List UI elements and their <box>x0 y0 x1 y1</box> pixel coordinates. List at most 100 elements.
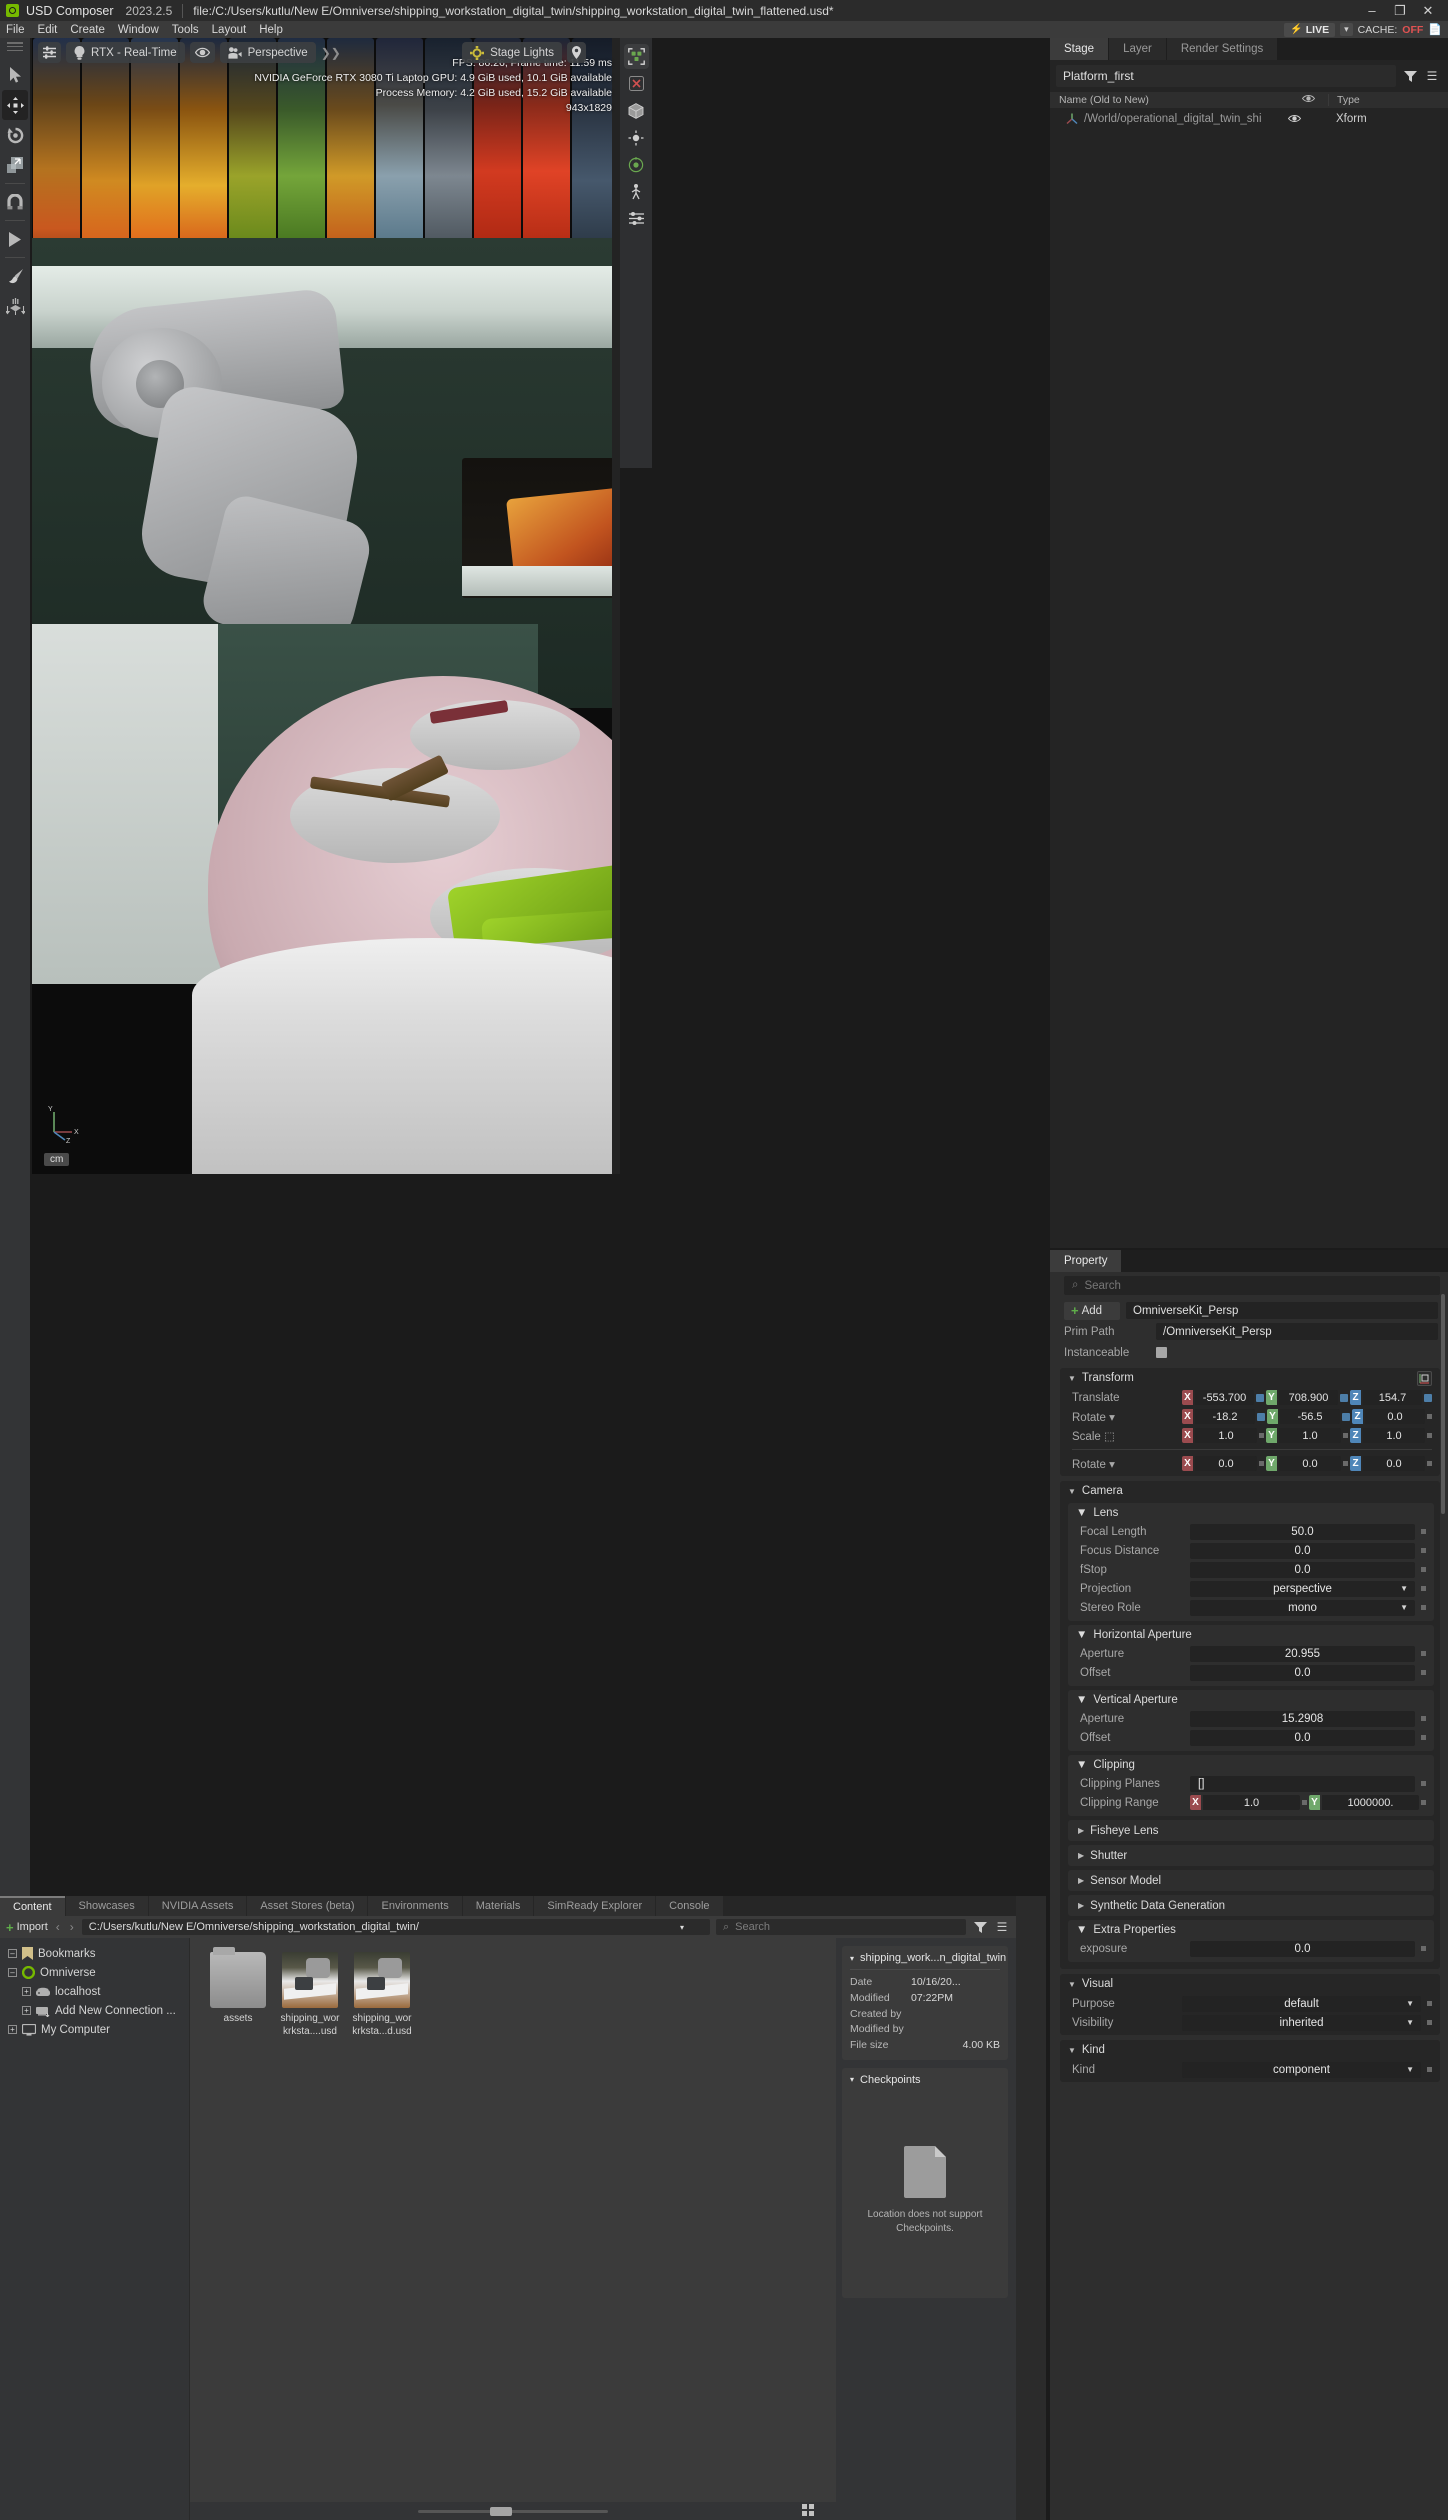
visibility-dot[interactable] <box>1427 2020 1432 2025</box>
v-aperture-dot[interactable] <box>1421 1716 1426 1721</box>
clipping-range-near-field[interactable]: 1.0 <box>1203 1795 1300 1810</box>
stage-lights-selector[interactable]: Stage Lights <box>462 42 562 63</box>
camera-selector[interactable]: Perspective <box>219 42 316 63</box>
fstop-dot[interactable] <box>1421 1567 1426 1572</box>
file-info-header[interactable]: ▾ shipping_work...n_digital_twin <box>850 1952 1006 1970</box>
scale-x-dot[interactable] <box>1259 1433 1264 1438</box>
stereo-role-dropdown[interactable]: mono ▼ <box>1190 1599 1415 1616</box>
focal-length-dot[interactable] <box>1421 1529 1426 1534</box>
list-item[interactable]: shipping_workrksta...d.usd <box>352 1952 412 2038</box>
rotate2-y-dot[interactable] <box>1343 1461 1348 1466</box>
menu-layout[interactable]: Layout <box>212 24 247 36</box>
prim-select-icon[interactable] <box>623 44 649 69</box>
live-dropdown-chevron-icon[interactable]: ▾ <box>1340 23 1353 36</box>
focus-distance-field[interactable]: 0.0 <box>1190 1542 1415 1559</box>
live-toggle[interactable]: ⚡ LIVE <box>1284 22 1336 37</box>
viewport-toolbar-expander-icon[interactable]: ❯❯ <box>321 46 341 60</box>
expander-icon[interactable]: – <box>8 1968 17 1977</box>
tab-layer[interactable]: Layer <box>1109 38 1166 60</box>
visual-header[interactable]: ▼ Visual <box>1060 1974 1440 1994</box>
menu-window[interactable]: Window <box>118 24 159 36</box>
clipping-header[interactable]: ▼ Clipping <box>1068 1755 1434 1774</box>
viewport-axis-gizmo[interactable]: Y X Z <box>46 1104 86 1144</box>
checkpoints-header[interactable]: ▾ Checkpoints <box>850 2074 1000 2091</box>
close-button[interactable]: ✕ <box>1414 0 1442 21</box>
rotate2-x-dot[interactable] <box>1259 1461 1264 1466</box>
kind-dropdown[interactable]: component ▼ <box>1182 2061 1421 2078</box>
translate-z-field[interactable]: 154.7 <box>1363 1390 1422 1405</box>
h-aperture-field[interactable]: 20.955 <box>1190 1645 1415 1662</box>
clipping-far-dot[interactable] <box>1421 1800 1426 1805</box>
viewport-unit-badge[interactable]: cm <box>44 1153 70 1166</box>
tab-render-settings[interactable]: Render Settings <box>1166 38 1278 60</box>
rotate-tool-icon[interactable] <box>2 120 28 150</box>
h-aperture-dot[interactable] <box>1421 1651 1426 1656</box>
rotate2-y-field[interactable]: 0.0 <box>1279 1456 1341 1471</box>
v-offset-dot[interactable] <box>1421 1735 1426 1740</box>
content-menu-icon[interactable]: ☰ <box>994 1919 1010 1935</box>
back-icon[interactable]: ‹ <box>54 1920 62 1934</box>
stage-menu-icon[interactable]: ☰ <box>1424 68 1440 84</box>
rotate-y-field[interactable]: -56.5 <box>1280 1409 1340 1424</box>
cache-doc-icon[interactable]: 📄 <box>1428 23 1442 36</box>
rotate-label[interactable]: Rotate ▾ <box>1072 1410 1176 1424</box>
v-offset-field[interactable]: 0.0 <box>1190 1729 1415 1746</box>
thumbnail-zoom-slider[interactable] <box>418 2506 608 2516</box>
translate-y-link[interactable] <box>1340 1393 1348 1402</box>
stage-search-input[interactable] <box>1056 65 1396 87</box>
grid-view-icon[interactable] <box>802 2504 814 2516</box>
tab-asset-stores[interactable]: Asset Stores (beta) <box>247 1896 368 1916</box>
cube-icon[interactable] <box>624 98 649 123</box>
synthetic-data-section[interactable]: ▶ Synthetic Data Generation <box>1068 1895 1434 1916</box>
translate-y-field[interactable]: 708.900 <box>1279 1390 1338 1405</box>
property-scrollbar[interactable] <box>1441 1294 1445 1514</box>
scale-tool-icon[interactable] <box>2 150 28 180</box>
tree-item-bookmarks[interactable]: – Bookmarks <box>0 1944 189 1963</box>
delete-icon[interactable] <box>624 71 649 96</box>
expander-icon[interactable]: + <box>8 2025 17 2034</box>
list-item[interactable]: assets <box>208 1947 268 2038</box>
stereo-role-dot[interactable] <box>1421 1605 1426 1610</box>
tab-console[interactable]: Console <box>656 1896 723 1916</box>
physics-drop-icon[interactable] <box>2 291 28 321</box>
translate-z-link[interactable] <box>1424 1393 1432 1402</box>
viewport-pin-icon[interactable] <box>567 42 586 63</box>
clipping-range-far-field[interactable]: 1000000. <box>1322 1795 1419 1810</box>
tree-item-localhost[interactable]: + localhost <box>0 1982 189 2001</box>
tab-showcases[interactable]: Showcases <box>65 1896 148 1916</box>
expander-icon[interactable]: – <box>8 1949 17 1958</box>
zoom-slider-knob[interactable] <box>490 2506 512 2516</box>
projection-dropdown[interactable]: perspective ▼ <box>1190 1580 1415 1597</box>
maximize-button[interactable]: ❐ <box>1386 0 1414 21</box>
tab-materials[interactable]: Materials <box>462 1896 534 1916</box>
h-offset-field[interactable]: 0.0 <box>1190 1664 1415 1681</box>
transform-header[interactable]: ▼ Transform <box>1060 1368 1440 1388</box>
visibility-dropdown[interactable]: inherited ▼ <box>1182 2014 1421 2031</box>
tree-item-add-connection[interactable]: + Add New Connection ... <box>0 2001 189 2020</box>
menu-create[interactable]: Create <box>70 24 105 36</box>
extra-properties-header[interactable]: ▼ Extra Properties <box>1068 1920 1434 1939</box>
shutter-section[interactable]: ▶ Shutter <box>1068 1845 1434 1866</box>
purpose-dropdown[interactable]: default ▼ <box>1182 1995 1421 2012</box>
v-aperture-field[interactable]: 15.2908 <box>1190 1710 1415 1727</box>
clipping-near-dot[interactable] <box>1302 1800 1307 1805</box>
light-icon[interactable] <box>624 125 649 150</box>
import-button[interactable]: + Import <box>6 1920 48 1935</box>
scale-y-dot[interactable] <box>1343 1433 1348 1438</box>
menu-edit[interactable]: Edit <box>38 24 58 36</box>
tool-rail-grip[interactable] <box>7 42 23 51</box>
rotate2-z-dot[interactable] <box>1427 1461 1432 1466</box>
kind-dot[interactable] <box>1427 2067 1432 2072</box>
rotate2-x-field[interactable]: 0.0 <box>1195 1456 1257 1471</box>
transform-gizmo-icon[interactable] <box>1417 1370 1432 1386</box>
tab-nvidia-assets[interactable]: NVIDIA Assets <box>148 1896 247 1916</box>
path-input[interactable]: C:/Users/kutlu/New E/Omniverse/shipping_… <box>81 1919 710 1935</box>
tab-property[interactable]: Property <box>1050 1250 1122 1272</box>
select-tool-icon[interactable] <box>2 60 28 90</box>
menu-file[interactable]: File <box>6 24 25 36</box>
focal-length-field[interactable]: 50.0 <box>1190 1523 1415 1540</box>
fstop-field[interactable]: 0.0 <box>1190 1561 1415 1578</box>
snap-magnet-icon[interactable] <box>2 187 28 217</box>
fisheye-lens-section[interactable]: ▶ Fisheye Lens <box>1068 1820 1434 1841</box>
scale-z-dot[interactable] <box>1427 1433 1432 1438</box>
